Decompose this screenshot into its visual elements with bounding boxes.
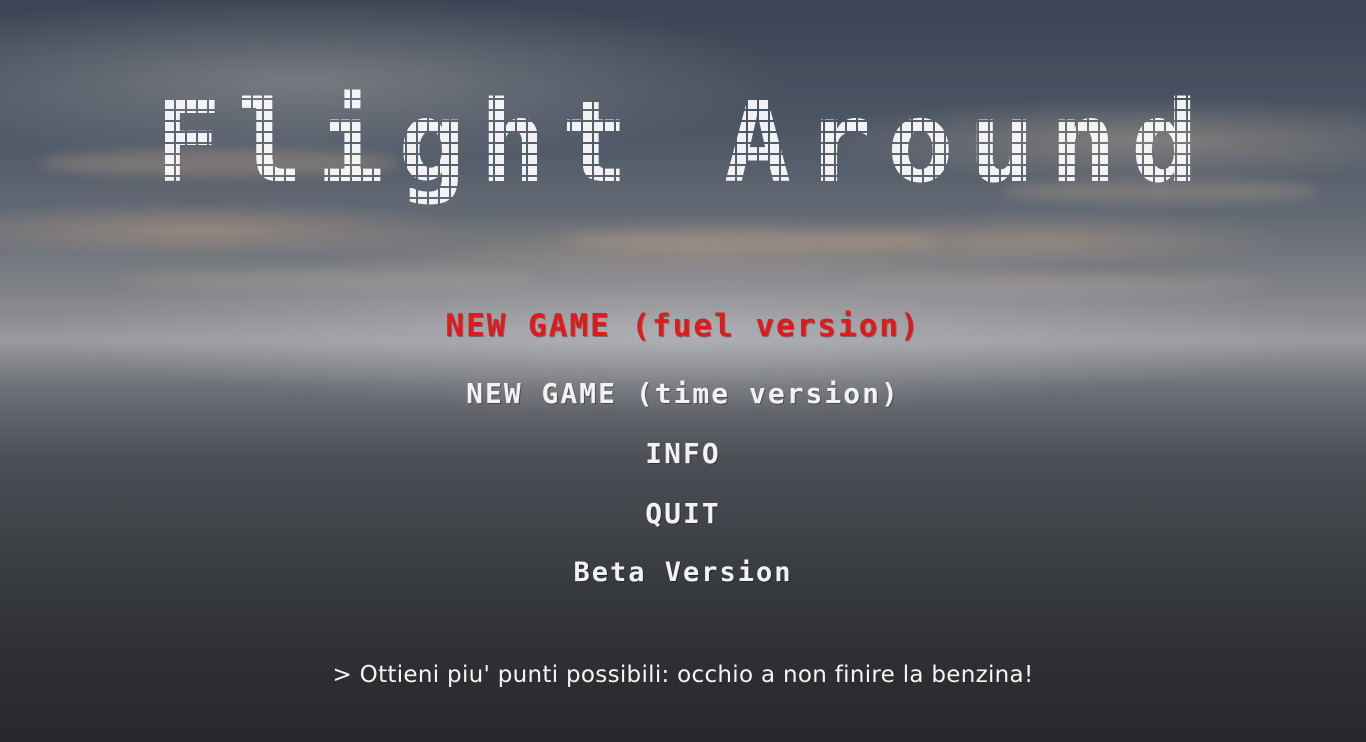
menu-item-label: INFO (645, 437, 721, 470)
version-label: Beta Version (573, 557, 793, 588)
menu-item-quit[interactable]: QUIT (0, 497, 1366, 530)
menu-item-label: QUIT (645, 497, 721, 530)
game-main-menu: { "title": "Flight Around", "menu": { "i… (0, 0, 1366, 742)
hint-text: > Ottieni piu' punti possibili: occhio a… (332, 662, 1034, 688)
menu-item-label: NEW GAME (fuel version) (445, 308, 921, 344)
menu-item-new-game-fuel[interactable]: NEW GAME (fuel version) (0, 308, 1366, 344)
cloud-streak (850, 275, 1270, 293)
menu-item-new-game-time[interactable]: NEW GAME (time version) (0, 377, 1366, 410)
menu-item-info[interactable]: INFO (0, 437, 1366, 470)
cloud-streak (120, 270, 540, 288)
cloud-streak (560, 230, 940, 250)
game-title: Flight Around (153, 78, 1213, 208)
menu-item-label: NEW GAME (time version) (466, 377, 900, 410)
